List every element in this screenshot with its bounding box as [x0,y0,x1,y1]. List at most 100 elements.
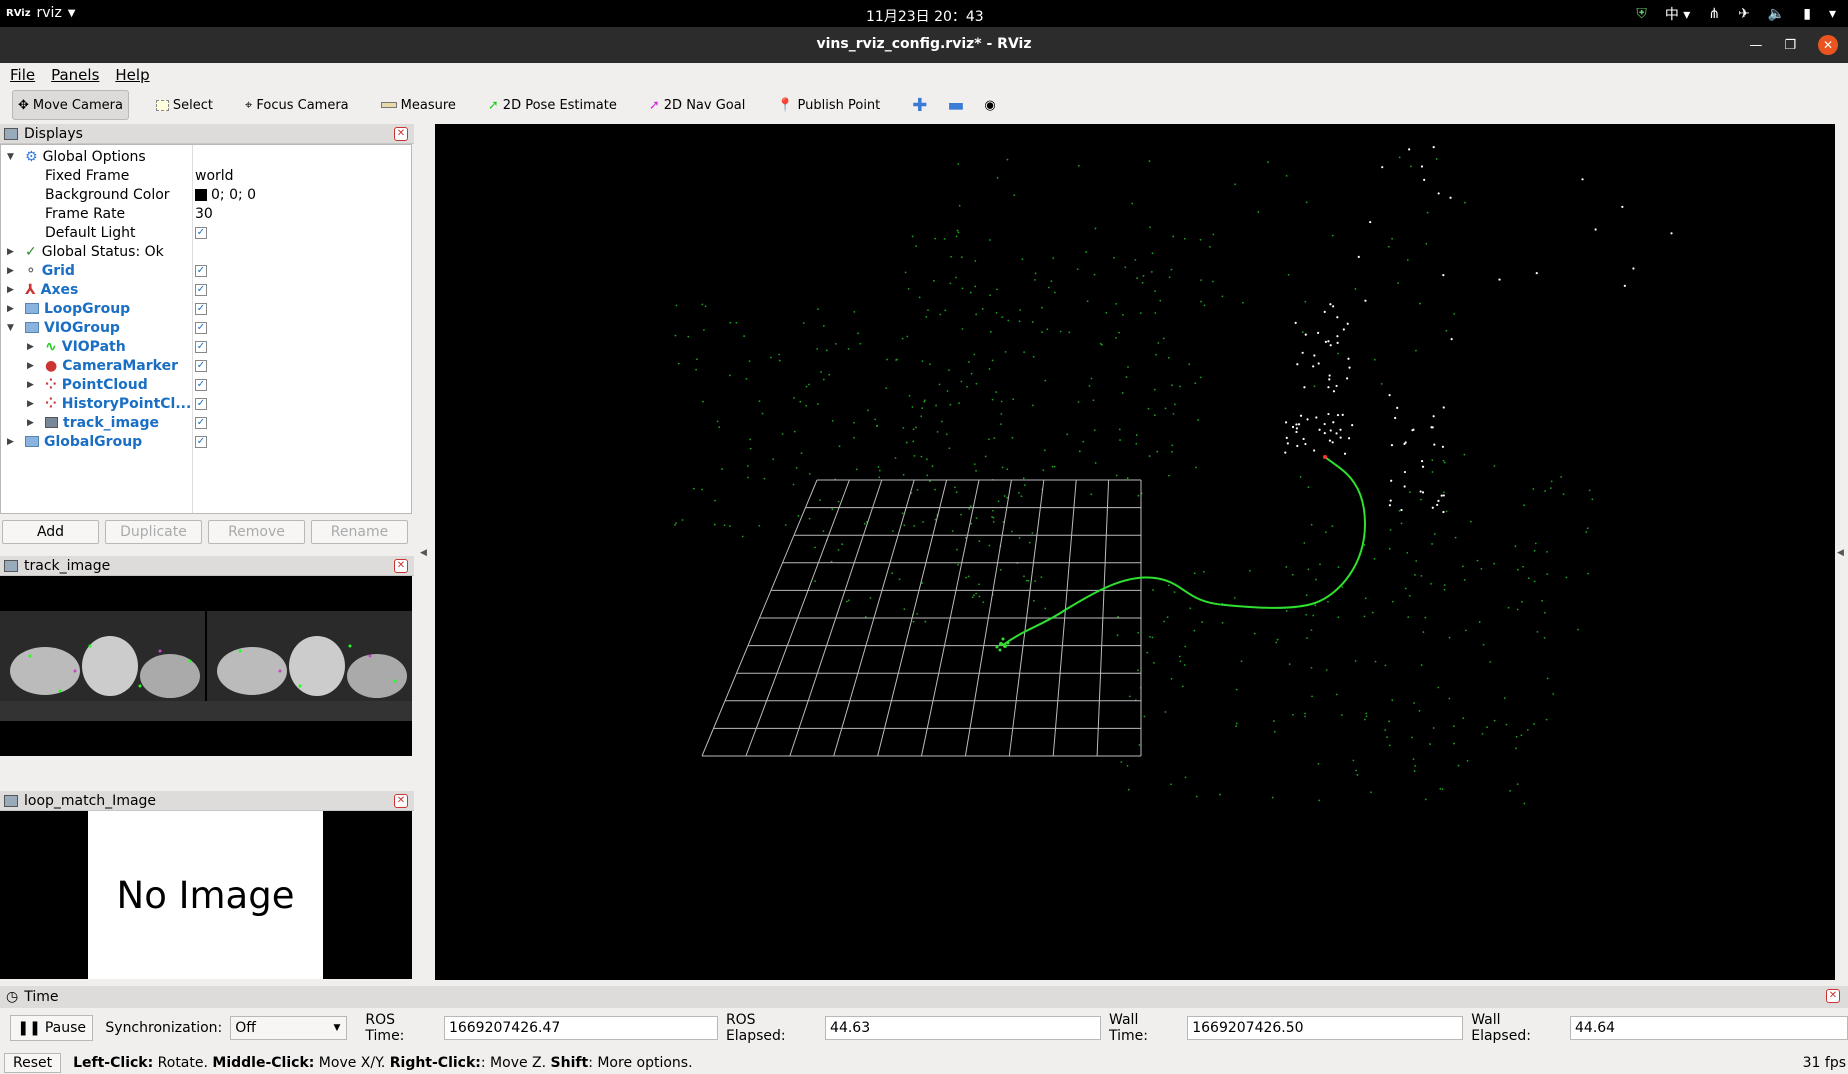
clock-icon: ◷ [6,989,19,1005]
tree-row-grid[interactable]: ▶ ⚬ Grid ✓ [1,261,411,280]
tree-row-loopgroup[interactable]: ▶ LoopGroup ✓ [1,299,411,318]
display-checkbox[interactable]: ✓ [195,359,207,372]
select-icon [155,99,169,111]
shield-icon[interactable]: ⛨ [1636,6,1647,22]
grid-icon: ⚬ [25,262,37,279]
display-checkbox[interactable]: ✓ [195,340,207,353]
axes-icon: ⅄ [25,281,36,298]
close-panel-icon[interactable]: ✕ [394,127,408,141]
display-checkbox[interactable]: ✓ [195,378,207,391]
tree-row-viogroup[interactable]: ▼ VIOGroup ✓ [1,318,411,337]
wall-time-field[interactable]: 1669207426.50 [1187,1016,1464,1040]
minimize-button[interactable]: — [1749,38,1762,53]
tree-row-frame-rate[interactable]: Frame Rate 30 [1,204,411,223]
maximize-button[interactable]: ❐ [1784,38,1796,53]
remove-tool-button[interactable]: ▬ [942,90,969,120]
tree-row-axes[interactable]: ▶ ⅄ Axes ✓ [1,280,411,299]
camera-feed-image [0,611,412,721]
3d-render-view[interactable] [435,124,1835,980]
sync-select[interactable]: Off ▼ [230,1016,348,1040]
menu-panels[interactable]: Panels [51,66,99,84]
tree-row-global-options[interactable]: ▼ ⚙ Global Options [1,147,411,166]
wall-elapsed-field[interactable]: 44.64 [1570,1016,1848,1040]
close-panel-icon[interactable]: ✕ [1826,989,1840,1003]
menu-help[interactable]: Help [115,66,149,84]
menu-file[interactable]: File [10,66,35,84]
tool-bar: ✥ Move Camera Select ⌖ Focus Camera Meas… [0,87,1848,123]
plus-icon: ✚ [912,94,928,116]
display-checkbox[interactable]: ✓ [195,416,207,429]
image-icon [4,559,18,572]
tool-2d-nav-goal[interactable]: ➚ 2D Nav Goal [644,90,750,120]
rename-button[interactable]: Rename [311,520,408,544]
network-icon[interactable]: ⋔ [1708,6,1720,22]
tool-publish-point[interactable]: 📍 Publish Point [772,90,885,120]
tree-row-historypointcloud[interactable]: ▶ ⁘ HistoryPointCl... ✓ [1,394,411,413]
battery-icon[interactable]: ▮ [1803,6,1811,22]
close-panel-icon[interactable]: ✕ [394,559,408,573]
default-light-checkbox[interactable]: ✓ [195,226,207,239]
expand-arrow-icon[interactable]: ▼ [7,152,14,162]
ros-time-field[interactable]: 1669207426.47 [443,1016,718,1040]
vio-path [1002,456,1367,646]
tool-move-camera[interactable]: ✥ Move Camera [12,90,129,120]
display-checkbox[interactable]: ✓ [195,264,207,277]
tree-row-cameramarker[interactable]: ▶ ● CameraMarker ✓ [1,356,411,375]
window-title: vins_rviz_config.rviz* - RViz [816,36,1032,52]
system-tray: ⛨ 中 ▾ ⋔ ✈ 🔈 ▮ ▾ [1636,4,1836,24]
clock[interactable]: 11月23日 20：43 [866,6,984,26]
tree-row-track-image[interactable]: ▶ track_image ✓ [1,413,411,432]
collapse-arrow-icon[interactable]: ▶ [7,247,14,257]
display-checkbox[interactable]: ✓ [195,321,207,334]
track-image-panel: track_image ✕ [0,556,414,756]
tree-row-fixed-frame[interactable]: Fixed Frame world [1,166,411,185]
add-tool-button[interactable]: ✚ [907,90,932,120]
tree-row-globalgroup[interactable]: ▶ GlobalGroup ✓ [1,432,411,451]
image-icon [4,794,18,807]
path-start-cluster [995,637,1010,652]
folder-icon [25,303,39,314]
collapse-right-icon[interactable]: ◀ [1837,548,1844,558]
close-button[interactable]: ✕ [1818,35,1838,55]
window-title-bar: vins_rviz_config.rviz* - RViz — ❐ ✕ [0,27,1848,63]
menu-bar: File Panels Help [0,63,1848,87]
collapse-left-icon[interactable]: ◀ [420,548,427,558]
tool-focus-camera[interactable]: ⌖ Focus Camera [240,90,354,120]
tool-select[interactable]: Select [151,90,218,120]
loop-match-panel: loop_match_Image ✕ No Image [0,791,414,979]
minus-icon: ▬ [947,94,965,116]
tree-row-default-light[interactable]: Default Light ✓ [1,223,411,242]
displays-buttons: Add Duplicate Remove Rename [0,520,414,546]
app-menu[interactable]: RViz rviz ▼ [6,5,76,21]
remove-button[interactable]: Remove [208,520,305,544]
tool-measure[interactable]: Measure [376,90,461,120]
status-bar: Reset Left-Click: Rotate. Middle-Click: … [0,1052,1848,1074]
tree-row-global-status[interactable]: ▶ ✓ Global Status: Ok [1,242,411,261]
volume-icon[interactable]: 🔈 [1768,6,1785,22]
close-panel-icon[interactable]: ✕ [394,794,408,808]
ime-indicator[interactable]: 中 ▾ [1665,4,1690,24]
ros-elapsed-field[interactable]: 44.63 [825,1016,1102,1040]
display-checkbox[interactable]: ✓ [195,435,207,448]
gear-icon: ⚙ [25,148,38,165]
add-button[interactable]: Add [2,520,99,544]
power-menu-icon[interactable]: ▾ [1829,6,1836,22]
tool-2d-pose-estimate[interactable]: ➚ 2D Pose Estimate [483,90,622,120]
display-checkbox[interactable]: ✓ [195,302,207,315]
reset-button[interactable]: Reset [4,1053,62,1073]
airplane-icon[interactable]: ✈ [1738,6,1750,22]
marker-icon: ● [45,357,58,374]
view-options-button[interactable]: ◉ [979,90,1000,120]
pause-button[interactable]: ❚❚ Pause [10,1015,94,1041]
tree-row-viopath[interactable]: ▶ ∿ VIOPath ✓ [1,337,411,356]
ruler-icon [380,102,397,108]
display-checkbox[interactable]: ✓ [195,397,207,410]
right-splitter[interactable]: ◀ [1835,124,1848,980]
time-controls: ❚❚ Pause Synchronization: Off ▼ ROS Time… [0,1010,1848,1046]
scene-canvas[interactable] [435,124,1835,980]
display-checkbox[interactable]: ✓ [195,283,207,296]
tree-row-background-color[interactable]: Background Color 0; 0; 0 [1,185,411,204]
duplicate-button[interactable]: Duplicate [105,520,202,544]
pose-arrow-icon: ➚ [487,97,499,113]
tree-row-pointcloud[interactable]: ▶ ⁘ PointCloud ✓ [1,375,411,394]
